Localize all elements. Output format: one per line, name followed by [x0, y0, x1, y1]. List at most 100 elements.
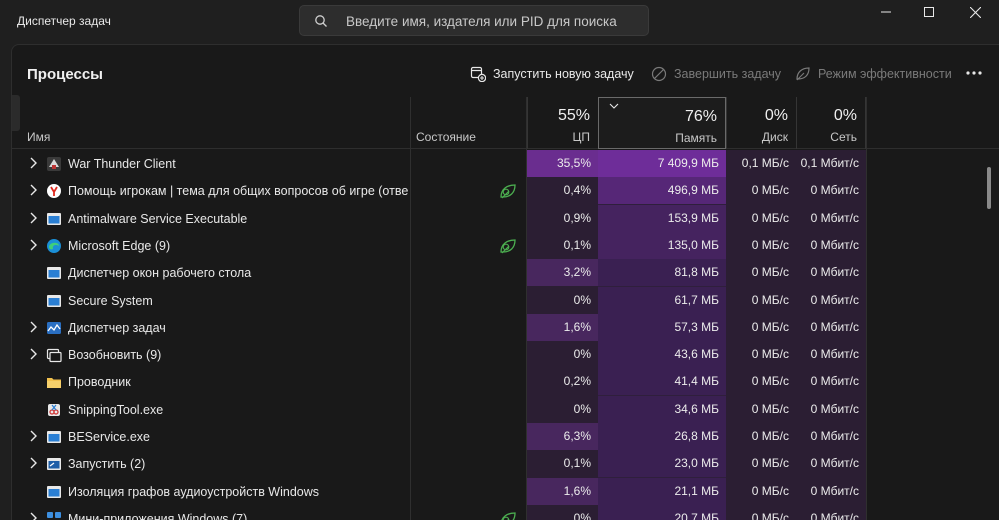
- process-row[interactable]: Диспетчер окон рабочего стола 3,2% 81,8 МБ…: [12, 259, 999, 287]
- efficiency-mode-label: Режим эффективности: [818, 67, 952, 81]
- column-network[interactable]: 0% Сеть: [796, 97, 866, 149]
- process-name: Изоляция графов аудиоустройств Windows: [68, 484, 320, 499]
- disk-cell: 0 МБ/с: [751, 265, 789, 280]
- chevron-right-icon[interactable]: [28, 212, 38, 224]
- minimize-icon: [881, 11, 891, 13]
- disk-cell: 0 МБ/с: [751, 510, 789, 520]
- close-button[interactable]: [955, 2, 995, 22]
- process-row[interactable]: Проводник 0,2% 41,4 МБ 0 МБ/с 0 Мбит/с: [12, 368, 999, 396]
- cpu-cell: 0,4%: [527, 177, 598, 205]
- efficiency-leaf-icon: [501, 512, 516, 520]
- process-row[interactable]: Диспетчер задач 1,6% 57,3 МБ 0 МБ/с 0 Мбит/с: [12, 313, 999, 341]
- process-name: Диспетчер окон рабочего стола: [68, 266, 252, 281]
- process-row[interactable]: Запустить (2) 0,1% 23,0 МБ 0 МБ/с 0 Мбит/с: [12, 450, 999, 478]
- new-task-icon: [470, 66, 486, 82]
- column-network-label: Сеть: [830, 130, 857, 144]
- leaf-icon: [796, 67, 810, 81]
- disk-total: 0%: [764, 107, 788, 124]
- process-row[interactable]: Возобновить (9) 0% 43,6 МБ 0 МБ/с 0 Мбит/с: [12, 341, 999, 369]
- process-row[interactable]: BEService.exe 6,3% 26,8 МБ 0 МБ/с 0 Мбит/с: [12, 423, 999, 450]
- cpu-cell: 35,5%: [527, 150, 598, 177]
- cpu-cell: 0,9%: [527, 204, 598, 232]
- memory-cell: 43,6 МБ: [598, 341, 726, 369]
- column-disk-label: Диск: [761, 130, 788, 144]
- app-title: Диспетчер задач: [17, 14, 111, 28]
- network-cell: 0 Мбит/с: [810, 265, 859, 280]
- memory-cell: 34,6 МБ: [598, 395, 726, 423]
- network-cell: 0 Мбит/с: [810, 456, 859, 471]
- widgets-icon: [47, 511, 61, 520]
- chevron-right-icon[interactable]: [28, 157, 38, 169]
- process-row[interactable]: SnippingTool.exe 0% 34,6 МБ 0 МБ/с 0 Мбит/с: [12, 395, 999, 423]
- run-icon: [47, 458, 61, 471]
- memory-cell: 57,3 МБ: [598, 313, 726, 341]
- maximize-icon: [924, 7, 934, 17]
- network-cell: 0 Мбит/с: [810, 510, 859, 520]
- chevron-right-icon[interactable]: [28, 430, 38, 442]
- page-title: Процессы: [27, 66, 103, 83]
- column-cpu[interactable]: 55% ЦП: [527, 97, 598, 149]
- column-status[interactable]: Состояние: [410, 97, 527, 149]
- disk-cell: 0 МБ/с: [751, 483, 789, 498]
- process-row[interactable]: Помощь игрокам | тема для общих вопросов…: [12, 177, 999, 205]
- disk-cell: 0 МБ/с: [751, 429, 789, 443]
- cpu-cell: 0%: [527, 395, 598, 423]
- column-memory-label: Память: [675, 131, 717, 145]
- chevron-right-icon[interactable]: [28, 348, 38, 360]
- minimize-button[interactable]: [866, 2, 906, 22]
- cpu-cell: 0%: [527, 286, 598, 314]
- service-window-icon: [47, 267, 61, 280]
- process-row[interactable]: Microsoft Edge (9) 0,1% 135,0 МБ 0 МБ/с 0 Мб…: [12, 231, 999, 259]
- process-name: Запустить (2): [68, 457, 146, 472]
- disk-cell: 0 МБ/с: [751, 183, 789, 198]
- chevron-right-icon[interactable]: [28, 512, 38, 520]
- column-name-label: Имя: [27, 130, 51, 144]
- process-name: BEService.exe: [68, 430, 150, 444]
- process-row[interactable]: War Thunder Client 35,5% 7 409,9 МБ 0,1 МБ/…: [12, 150, 999, 177]
- maximize-button[interactable]: [909, 2, 949, 22]
- cpu-cell: 0%: [527, 341, 598, 369]
- scrollbar-thumb[interactable]: [987, 167, 991, 209]
- more-options-button[interactable]: [962, 63, 986, 83]
- memory-cell: 41,4 МБ: [598, 368, 726, 396]
- cpu-cell: 1,6%: [527, 477, 598, 505]
- disk-cell: 0,1 МБ/с: [741, 156, 789, 170]
- folder-icon: [47, 378, 61, 389]
- search-input[interactable]: Введите имя, издателя или PID для поиска: [346, 14, 617, 29]
- cpu-cell: 0,2%: [527, 368, 598, 396]
- processes-panel: Процессы Запустить новую задачу Завершит…: [11, 44, 999, 520]
- disk-cell: 0 МБ/с: [751, 456, 789, 471]
- disk-cell: 0 МБ/с: [751, 237, 789, 252]
- network-cell: 0 Мбит/с: [810, 347, 859, 362]
- column-name[interactable]: Имя: [22, 97, 410, 149]
- process-row[interactable]: Мини-приложения Windows (7) 0% 20,7 МБ 0 МБ…: [12, 504, 999, 520]
- service-window-icon: [47, 212, 61, 225]
- process-row[interactable]: Secure System 0% 61,7 МБ 0 МБ/с 0 Мбит/с: [12, 286, 999, 314]
- chevron-right-icon[interactable]: [28, 321, 38, 333]
- title-bar: Диспетчер задач Введите имя, издателя ил…: [0, 0, 999, 44]
- network-cell: 0,1 Мбит/с: [800, 156, 859, 170]
- edge-icon: [47, 238, 61, 253]
- disk-cell: 0 МБ/с: [751, 210, 789, 225]
- chevron-right-icon[interactable]: [28, 239, 38, 251]
- chevron-right-icon[interactable]: [28, 184, 38, 196]
- process-name: Microsoft Edge (9): [68, 238, 171, 253]
- efficiency-leaf-icon: [500, 239, 516, 254]
- column-memory[interactable]: 76% Память: [598, 97, 726, 149]
- network-cell: 0 Мбит/с: [810, 401, 859, 416]
- end-task-button[interactable]: Завершить задачу: [651, 63, 781, 85]
- process-name: Диспетчер задач: [68, 320, 166, 335]
- cpu-cell: 0,1%: [527, 450, 598, 478]
- process-row[interactable]: Antimalware Service Executable 0,9% 153,9 …: [12, 204, 999, 232]
- efficiency-mode-button[interactable]: Режим эффективности: [795, 63, 952, 85]
- column-disk[interactable]: 0% Диск: [726, 97, 796, 149]
- chevron-right-icon[interactable]: [28, 457, 38, 469]
- service-window-icon: [47, 294, 61, 307]
- memory-cell: 496,9 МБ: [598, 177, 726, 205]
- search-icon: [315, 15, 327, 27]
- network-cell: 0 Мбит/с: [810, 429, 859, 443]
- process-row[interactable]: Изоляция графов аудиоустройств Windows 1,…: [12, 477, 999, 505]
- search-box[interactable]: Введите имя, издателя или PID для поиска: [299, 5, 649, 36]
- service-window-icon: [47, 431, 61, 443]
- run-new-task-button[interactable]: Запустить новую задачу: [470, 63, 634, 85]
